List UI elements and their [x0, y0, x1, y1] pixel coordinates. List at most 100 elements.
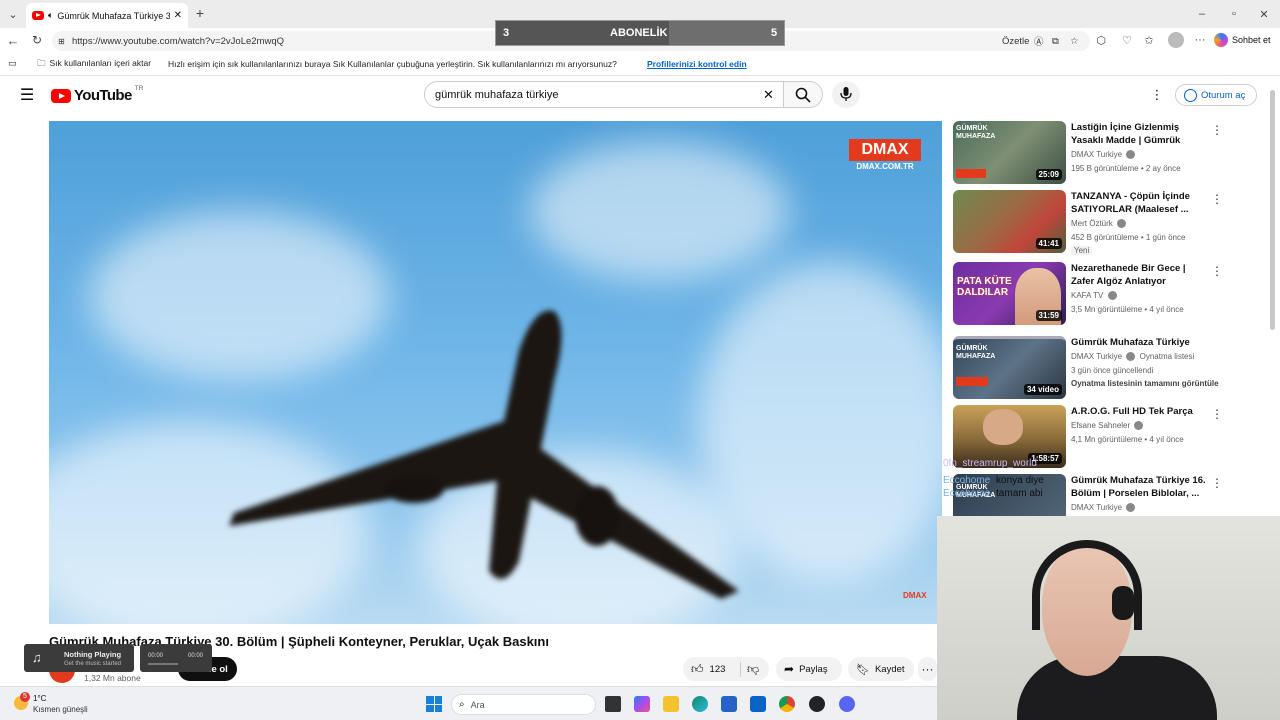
- verified-check-icon: [1126, 352, 1136, 362]
- recommendation-thumbnail[interactable]: 41:41: [953, 190, 1066, 253]
- outlook-icon[interactable]: [750, 696, 766, 712]
- tab-audio-icon[interactable]: 🔈︎: [48, 10, 53, 21]
- browser-tab-youtube[interactable]: 🔈︎ Gümrük Muhafaza Türkiye 30 ✕: [26, 3, 188, 28]
- clear-search-icon[interactable]: ✕: [763, 87, 774, 103]
- site-info-icon[interactable]: ⊞: [58, 37, 65, 46]
- recommendation-menu-icon[interactable]: ⋮: [1211, 407, 1223, 421]
- reload-button[interactable]: ↻: [30, 33, 44, 47]
- sign-in-button[interactable]: Oturum aç: [1175, 84, 1257, 106]
- youtube-play-icon: [51, 88, 71, 103]
- share-button[interactable]: ➦ Paylaş: [776, 657, 842, 681]
- channel-name[interactable]: DMAX Turkiye: [1071, 150, 1136, 160]
- close-window-button[interactable]: ✕: [1257, 7, 1271, 21]
- search-icon: ⌕: [459, 699, 465, 710]
- check-profiles-link[interactable]: Profillerinizi kontrol edin: [647, 59, 747, 69]
- summarize-label[interactable]: Özetle: [1002, 36, 1029, 47]
- recommendation-title[interactable]: TANZANYA - Çöpün İçinde SATIYORLAR (Maal…: [1071, 190, 1209, 216]
- search-input[interactable]: gümrük muhafaza türkiye ✕: [424, 81, 787, 108]
- video-duration: 25:09: [1035, 169, 1062, 180]
- recommendation-menu-icon[interactable]: ⋮: [1211, 123, 1223, 137]
- import-favorites-button[interactable]: 🗀︎ Sık kullanılanları içeri aktar: [37, 58, 151, 72]
- new-tab-button[interactable]: +: [193, 5, 207, 21]
- chat-text: tamam abi: [996, 488, 1043, 499]
- goal-label: ABONELİK: [610, 27, 668, 39]
- maximize-button[interactable]: ▫: [1227, 7, 1241, 21]
- page-scrollbar[interactable]: [1270, 90, 1275, 330]
- favorite-star-icon[interactable]: ☆: [1070, 36, 1079, 47]
- channel-name[interactable]: KAFA TV: [1071, 291, 1117, 301]
- taskbar-search[interactable]: ⌕ Ara: [451, 694, 596, 715]
- recommendation-thumbnail[interactable]: GÜMRÜK MUHAFAZA 25:09: [953, 121, 1066, 184]
- obs-icon[interactable]: [809, 696, 825, 712]
- music-widget[interactable]: ♫ Nothing Playing Get the music started: [24, 644, 134, 672]
- favorites-icon[interactable]: ✩: [1142, 33, 1156, 47]
- browser-menu-icon[interactable]: ···: [1193, 33, 1207, 47]
- search-button[interactable]: [783, 81, 823, 108]
- minimize-button[interactable]: –: [1195, 7, 1209, 21]
- verified-check-icon: [1117, 219, 1127, 229]
- recommendation-item[interactable]: GÜMRÜK MUHAFAZA 25:09 Lastiğin İçine Gizl…: [953, 121, 1223, 184]
- video-player[interactable]: [49, 121, 942, 624]
- tab-list-chevron-icon[interactable]: ⌄: [6, 7, 20, 21]
- recommendation-menu-icon[interactable]: ⋮: [1211, 476, 1223, 490]
- channel-name[interactable]: Mert Öztürk: [1071, 219, 1127, 229]
- recommendation-thumbnail[interactable]: PATA KÜTE DALDILAR 31:59: [953, 262, 1066, 325]
- settings-kebab-icon[interactable]: ⋮: [1150, 86, 1164, 104]
- channel-name[interactable]: DMAX Turkiye Oynatma listesi: [1071, 352, 1194, 362]
- dmax-corner-logo: DMAX: [903, 591, 927, 600]
- profile-avatar-icon[interactable]: [1168, 32, 1184, 48]
- recommendation-item[interactable]: PATA KÜTE DALDILAR 31:59 Nezarethanede B…: [953, 262, 1223, 325]
- recommendation-item[interactable]: 41:41 TANZANYA - Çöpün İçinde SATIYORLAR…: [953, 190, 1223, 255]
- file-explorer-icon[interactable]: [663, 696, 679, 712]
- read-aloud-icon[interactable]: Ⓐ: [1034, 34, 1044, 48]
- playlist-count: 34 video: [1023, 384, 1062, 395]
- edge-browser-icon[interactable]: [692, 696, 708, 712]
- split-screen-icon[interactable]: ⧉: [1052, 36, 1059, 47]
- thumbnail-caption: PATA KÜTE DALDILAR: [957, 276, 1012, 298]
- recommendation-title[interactable]: Gümrük Muhafaza Türkiye 16. Bölüm | Pors…: [1071, 474, 1209, 500]
- start-button[interactable]: [426, 696, 442, 712]
- channel-name[interactable]: DMAX Turkiye: [1071, 503, 1136, 513]
- copilot-app-icon[interactable]: [634, 696, 650, 712]
- dmax-watermark: DMAX DMAX.COM.TR: [849, 139, 921, 173]
- like-button[interactable]: 👍︎ 123: [683, 661, 741, 677]
- like-count: 123: [709, 663, 726, 675]
- goal-target: 5: [771, 27, 778, 39]
- recommendation-title[interactable]: Nezarethanede Bir Gece | Zafer Algöz Anl…: [1071, 262, 1209, 288]
- chrome-icon[interactable]: [779, 696, 795, 712]
- microphone-icon: [840, 87, 852, 101]
- save-button[interactable]: 🔖︎ Kaydet: [848, 657, 914, 681]
- performance-icon[interactable]: ♡: [1120, 33, 1134, 47]
- voice-search-button[interactable]: [832, 81, 860, 108]
- share-label: Paylaş: [799, 663, 828, 675]
- recommendation-menu-icon[interactable]: ⋮: [1211, 192, 1223, 206]
- back-button[interactable]: ←: [6, 33, 20, 48]
- bookmark-icon: 🔖︎: [856, 663, 870, 676]
- chat-user: Eccohome: [943, 475, 991, 486]
- youtube-logo[interactable]: YouTube TR: [51, 85, 143, 104]
- recommendation-title[interactable]: A.R.O.G. Full HD Tek Parça: [1071, 405, 1209, 418]
- copilot-chat-button[interactable]: Sohbet et: [1214, 31, 1274, 49]
- store-icon[interactable]: [721, 696, 737, 712]
- youtube-favicon-icon: [32, 11, 44, 20]
- channel-name-text: KAFA TV: [1071, 291, 1104, 300]
- thumbnail-logo: GÜMRÜK MUHAFAZA: [956, 345, 996, 360]
- recommendation-menu-icon[interactable]: ⋮: [1211, 264, 1223, 278]
- discord-icon[interactable]: [839, 696, 855, 712]
- more-actions-button[interactable]: ···: [918, 657, 937, 681]
- tab-close-icon[interactable]: ✕: [174, 10, 182, 21]
- playlist-thumbnail[interactable]: GÜMRÜK MUHAFAZA 34 video: [953, 336, 1066, 399]
- task-view-icon[interactable]: [605, 696, 621, 712]
- hamburger-menu-icon[interactable]: ☰: [18, 86, 36, 104]
- channel-name[interactable]: Efsane Sahneler: [1071, 421, 1144, 431]
- import-favorites-label: Sık kullanılanları içeri aktar: [49, 58, 152, 68]
- weather-widget[interactable]: 5 1°C Kısmen güneşli: [14, 692, 104, 716]
- view-full-playlist-link[interactable]: Oynatma listesinin tamamını görüntüle: [1071, 379, 1219, 388]
- dislike-button[interactable]: 👎︎: [741, 662, 759, 677]
- playlist-title[interactable]: Gümrük Muhafaza Türkiye: [1071, 336, 1209, 349]
- sidebar-toggle-icon[interactable]: ▭: [8, 58, 17, 69]
- recommendation-title[interactable]: Lastiğin İçine Gizlenmiş Yasaklı Madde |…: [1071, 121, 1209, 147]
- extensions-icon[interactable]: ⬡: [1094, 33, 1108, 47]
- sign-in-label: Oturum aç: [1201, 89, 1246, 101]
- playlist-item[interactable]: GÜMRÜK MUHAFAZA 34 video Gümrük Muhafaza …: [953, 336, 1223, 399]
